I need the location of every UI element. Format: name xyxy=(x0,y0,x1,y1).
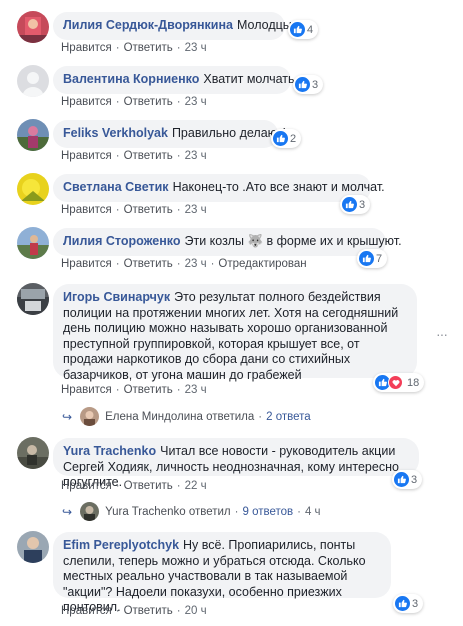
comment-bubble: Валентина Корниенко Хватит молчать.... xyxy=(53,66,308,94)
view-replies-link[interactable]: ↪ Елена Миндолина ответила · 2 ответа xyxy=(62,407,311,426)
like-button[interactable]: Нравится xyxy=(61,150,112,162)
reply-count: 9 ответов xyxy=(242,505,294,518)
reply-author: Елена Миндолина xyxy=(105,410,203,423)
comment-author[interactable]: Валентина Корниенко xyxy=(63,72,199,86)
comment-author[interactable]: Лилия Стороженко xyxy=(63,234,181,248)
reply-button[interactable]: Ответить xyxy=(124,258,173,270)
comment-text: Наконец-то .Ато все знают и молчат. xyxy=(172,180,385,194)
comment-time[interactable]: 23 ч xyxy=(185,150,207,162)
comment-actions: Нравится · Ответить · 23 ч xyxy=(61,42,207,54)
comment-actions: Нравится · Ответить · 23 ч xyxy=(61,384,207,396)
comments-panel: Лилия Сердюк-Дворянкина Молодцы 4 Нравитс… xyxy=(0,0,463,626)
comment-bubble: Лилия Сердюк-Дворянкина Молодцы xyxy=(53,12,292,40)
reply-arrow-icon: ↪ xyxy=(62,504,73,519)
comment-actions: Нравится · Ответить · 23 ч xyxy=(61,96,207,108)
comment-time[interactable]: 22 ч xyxy=(185,480,207,492)
reply-button[interactable]: Ответить xyxy=(124,150,173,162)
reaction-count[interactable]: 18 xyxy=(373,373,425,392)
reaction-count[interactable]: 3 xyxy=(340,195,371,214)
comment-bubble: Feliks Verkholyak Правильно делают! xyxy=(53,120,286,148)
comment-text-before: Эти козлы xyxy=(184,234,244,248)
avatar xyxy=(80,502,100,521)
avatar[interactable] xyxy=(17,11,49,43)
comment-bubble: Лилия Стороженко Эти козлы 🐺 в форме их и… xyxy=(53,228,402,256)
like-button[interactable]: Нравится xyxy=(61,42,112,54)
comment-author[interactable]: Лилия Сердюк-Дворянкина xyxy=(63,18,233,32)
comment-time[interactable]: 23 ч xyxy=(185,384,207,396)
reaction-count[interactable]: 3 xyxy=(393,594,424,613)
comment-time[interactable]: 23 ч xyxy=(185,204,207,216)
like-button[interactable]: Нравится xyxy=(61,384,112,396)
like-icon xyxy=(395,596,410,611)
avatar[interactable] xyxy=(17,65,49,97)
comment-time[interactable]: 23 ч xyxy=(185,258,207,270)
comment-bubble: Игорь Свинарчук Это результат полного без… xyxy=(53,284,417,382)
like-icon xyxy=(359,251,374,266)
more-options-icon[interactable]: ··· xyxy=(436,326,448,342)
comment-author[interactable]: Игорь Свинарчук xyxy=(63,290,170,304)
reply-button[interactable]: Ответить xyxy=(124,480,173,492)
like-icon xyxy=(290,22,305,37)
comment-time[interactable]: 20 ч xyxy=(185,605,207,617)
avatar[interactable] xyxy=(17,173,49,205)
like-icon xyxy=(295,77,310,92)
reply-count: 2 ответа xyxy=(266,410,311,423)
comment-actions: Нравится · Ответить · 23 ч · Отредактирован xyxy=(61,258,307,270)
reaction-count[interactable]: 3 xyxy=(392,470,423,489)
reply-time: 4 ч xyxy=(304,505,321,518)
like-button[interactable]: Нравится xyxy=(61,480,112,492)
avatar[interactable] xyxy=(17,119,49,151)
like-button[interactable]: Нравится xyxy=(61,204,112,216)
reply-button[interactable]: Ответить xyxy=(124,96,173,108)
reply-button[interactable]: Ответить xyxy=(124,204,173,216)
avatar[interactable] xyxy=(17,227,49,259)
love-icon xyxy=(388,375,403,390)
comment-actions: Нравится · Ответить · 22 ч xyxy=(61,480,207,492)
reply-button[interactable]: Ответить xyxy=(124,42,173,54)
reaction-count[interactable]: 4 xyxy=(288,20,319,39)
like-button[interactable]: Нравится xyxy=(61,96,112,108)
comment-author[interactable]: Yura Trachenko xyxy=(63,444,156,458)
view-replies-link[interactable]: ↪ Yura Trachenko ответил · 9 ответов · 4 ч xyxy=(62,502,321,521)
edited-label[interactable]: Отредактирован xyxy=(218,258,306,270)
reply-button[interactable]: Ответить xyxy=(124,384,173,396)
comment-actions: Нравится · Ответить · 23 ч xyxy=(61,204,207,216)
comment-author[interactable]: Светлана Светик xyxy=(63,180,169,194)
comment-actions: Нравится · Ответить · 23 ч xyxy=(61,150,207,162)
comment-author[interactable]: Feliks Verkholyak xyxy=(63,126,168,140)
comment-author[interactable]: Efim Pereplyotchyk xyxy=(63,538,179,552)
reply-button[interactable]: Ответить xyxy=(124,605,173,617)
comment-bubble: Светлана Светик Наконец-то .Ато все знают… xyxy=(53,174,385,202)
avatar[interactable] xyxy=(17,437,49,469)
comment-text: Правильно делают! xyxy=(171,126,286,140)
reaction-count[interactable]: 2 xyxy=(271,129,302,148)
comment-bubble: Yura Trachenko Читал все новости - руково… xyxy=(53,438,419,489)
comment-time[interactable]: 23 ч xyxy=(185,42,207,54)
reaction-count[interactable]: 7 xyxy=(357,249,388,268)
avatar xyxy=(80,407,100,426)
like-icon xyxy=(394,472,409,487)
like-button[interactable]: Нравится xyxy=(61,258,112,270)
comment-text-after: в форме их и крышуют. xyxy=(266,234,402,248)
comment-bubble: Efim Pereplyotchyk Ну всё. Пропиарились, … xyxy=(53,532,391,614)
comment-actions: Нравится · Ответить · 20 ч xyxy=(61,605,207,617)
reply-author: Yura Trachenko xyxy=(105,505,186,518)
like-icon xyxy=(342,197,357,212)
like-button[interactable]: Нравится xyxy=(61,605,112,617)
reply-arrow-icon: ↪ xyxy=(62,409,73,424)
comment-time[interactable]: 23 ч xyxy=(185,96,207,108)
avatar[interactable] xyxy=(17,283,49,315)
avatar[interactable] xyxy=(17,531,49,563)
reaction-count[interactable]: 3 xyxy=(293,75,324,94)
wolf-emoji: 🐺 xyxy=(247,234,264,248)
like-icon xyxy=(273,131,288,146)
comment-text: Молодцы xyxy=(237,18,292,32)
